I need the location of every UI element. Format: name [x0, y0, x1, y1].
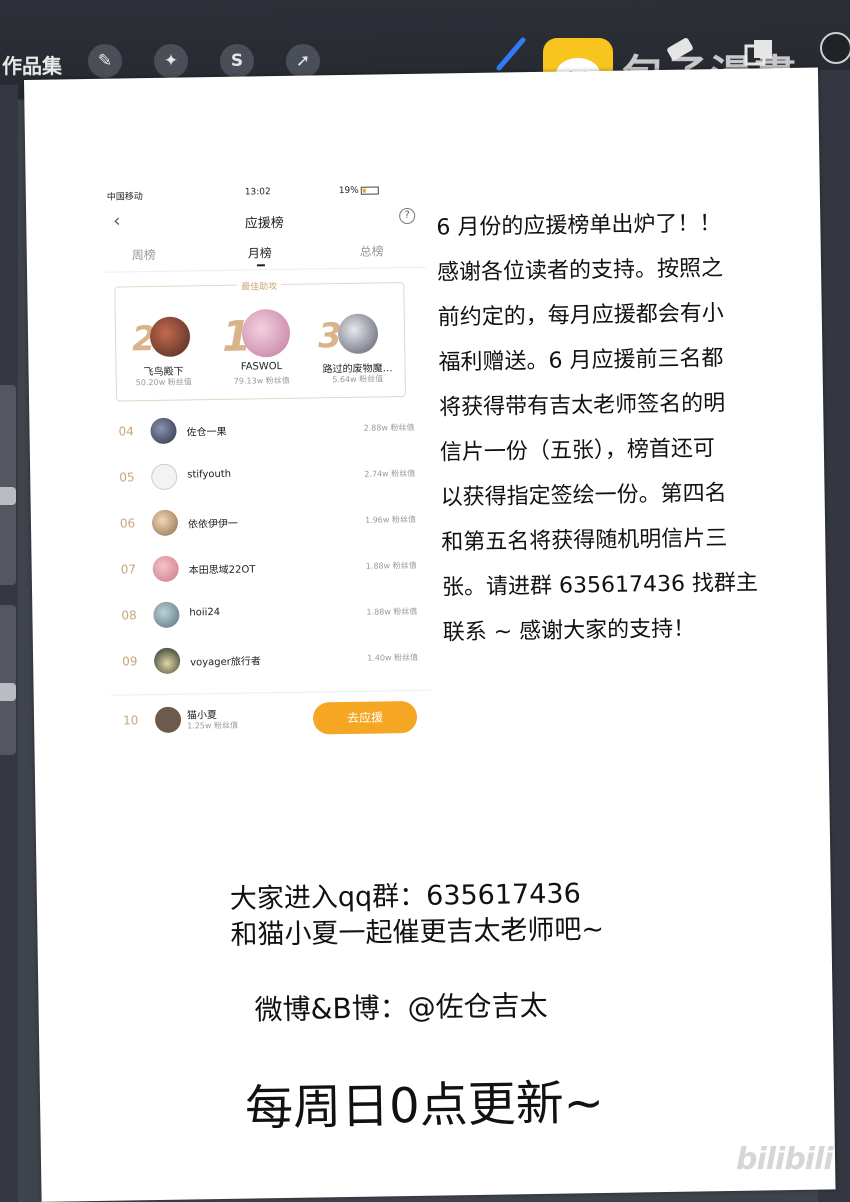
- tab-weekly[interactable]: 周榜: [132, 246, 156, 263]
- canvas-paper: 中国移动 13:02 19% ‹ 应援榜 ? 周榜 月榜 总榜 最佳助攻 2 飞…: [24, 67, 836, 1202]
- list-item[interactable]: 06 依依伊伊一 1.96w 粉丝值: [108, 498, 431, 549]
- nav-bar: ‹ 应援榜 ?: [103, 206, 425, 237]
- my-rank: 10: [122, 713, 139, 728]
- battery-percent: 19%: [338, 185, 359, 197]
- battery-icon: [360, 185, 379, 195]
- row-rank: 09: [122, 654, 138, 669]
- clock: 13:02: [244, 187, 271, 198]
- row-rank: 06: [119, 516, 136, 531]
- row-rank: 04: [118, 424, 134, 439]
- modify-button[interactable]: [0, 487, 16, 505]
- row-rank: 05: [119, 470, 135, 485]
- sidebar: [0, 85, 18, 1202]
- top3-heading-label: 最佳助攻: [237, 281, 282, 293]
- row-fans: 2.74w 粉丝值: [364, 468, 416, 479]
- page-title: 应援榜: [244, 215, 284, 232]
- list-item[interactable]: 08 hoii24 1.88w 粉丝值: [109, 590, 432, 641]
- podium-second[interactable]: 2 飞鸟殿下 50.20w 粉丝值: [118, 310, 209, 395]
- avatar: [150, 417, 177, 445]
- row-rank: 08: [121, 608, 137, 623]
- my-fans: 1.25w 粉丝值: [187, 720, 239, 731]
- gallery-button[interactable]: 作品集: [2, 50, 62, 79]
- list-item[interactable]: 05 stifyouth 2.74w 粉丝值: [107, 452, 430, 503]
- brush-icon[interactable]: [493, 34, 529, 74]
- battery-indicator: 19%: [339, 185, 379, 196]
- top3-heading: 最佳助攻: [115, 277, 403, 295]
- row-fans: 1.88w 粉丝值: [366, 606, 418, 617]
- podium-first[interactable]: 1 FASWOL 79.13w 粉丝值: [216, 308, 307, 394]
- row-fans: 1.40w 粉丝值: [367, 652, 419, 663]
- row-name: hoii24: [189, 606, 221, 619]
- avatar: [153, 647, 181, 675]
- undo-button[interactable]: [0, 683, 16, 701]
- row-name: 依依伊伊一: [187, 518, 239, 531]
- update-schedule: 每周日0点更新~: [244, 1075, 605, 1137]
- list-item[interactable]: 07 本田思域22OT 1.88w 粉丝值: [108, 544, 431, 595]
- row-name: 佐仓一果: [186, 426, 227, 439]
- magic-wand-icon[interactable]: ✦: [154, 44, 188, 78]
- row-fans: 2.88w 粉丝值: [363, 422, 415, 433]
- color-circle[interactable]: [820, 32, 850, 64]
- tab-total[interactable]: 总榜: [360, 242, 384, 259]
- move-arrow-icon[interactable]: ➚: [286, 44, 320, 78]
- podium-fans: 79.13w 粉丝值: [233, 375, 290, 386]
- top3-card: 最佳助攻 2 飞鸟殿下 50.20w 粉丝值 1 FASWOL 79.13w 粉…: [114, 281, 407, 402]
- avatar: [152, 555, 179, 583]
- avatar: [241, 308, 291, 358]
- support-button[interactable]: 去应援: [312, 700, 418, 735]
- carrier-label: 中国移动: [106, 192, 143, 203]
- avatar: [337, 313, 379, 355]
- row-fans: 1.96w 粉丝值: [364, 514, 417, 525]
- wrench-icon[interactable]: ✎: [88, 44, 122, 78]
- list-item[interactable]: 04 佐仓一果 2.88w 粉丝值: [106, 406, 429, 457]
- avatar: [151, 463, 178, 491]
- list-item[interactable]: 09 voyager旅行者 1.40w 粉丝值: [110, 636, 433, 687]
- announcement-text: 6 月份的应援榜单出炉了！！ 感谢各位读者的支持。按照之 前约定的，每月应援都会…: [436, 211, 759, 646]
- size-slider[interactable]: [0, 385, 16, 585]
- row-rank: 07: [120, 562, 137, 577]
- rank-tabs: 周榜 月榜 总榜: [103, 241, 426, 273]
- podium-fans: 5.64w 粉丝值: [332, 374, 384, 385]
- tab-monthly[interactable]: 月榜: [248, 244, 272, 261]
- weibo-line: 微博&B博：@佐仓吉太: [254, 988, 548, 1027]
- avatar: [154, 706, 182, 734]
- my-rank-bar: 10 猫小夏 1.25w 粉丝值 去应援: [110, 689, 434, 747]
- avatar: [151, 509, 179, 537]
- podium-fans: 50.20w 粉丝值: [135, 377, 192, 388]
- row-name: stifyouth: [187, 468, 232, 481]
- opacity-slider[interactable]: [0, 605, 16, 755]
- podium-third[interactable]: 3 路过的废物魔… 5.64w 粉丝值: [312, 307, 403, 392]
- phone-screenshot: 中国移动 13:02 19% ‹ 应援榜 ? 周榜 月榜 总榜 最佳助攻 2 飞…: [102, 181, 434, 747]
- selection-icon[interactable]: S: [220, 44, 254, 78]
- status-bar: 中国移动 13:02 19%: [103, 185, 425, 204]
- row-name: voyager旅行者: [190, 656, 261, 669]
- avatar: [153, 601, 180, 629]
- podium-name: FASWOL: [240, 360, 283, 373]
- bilibili-watermark: bilibili: [736, 1142, 834, 1177]
- row-fans: 1.88w 粉丝值: [365, 560, 417, 571]
- qq-urge-line: 和猫小夏一起催更吉太老师吧~: [230, 913, 605, 951]
- row-name: 本田思域22OT: [188, 564, 256, 577]
- avatar: [149, 316, 191, 358]
